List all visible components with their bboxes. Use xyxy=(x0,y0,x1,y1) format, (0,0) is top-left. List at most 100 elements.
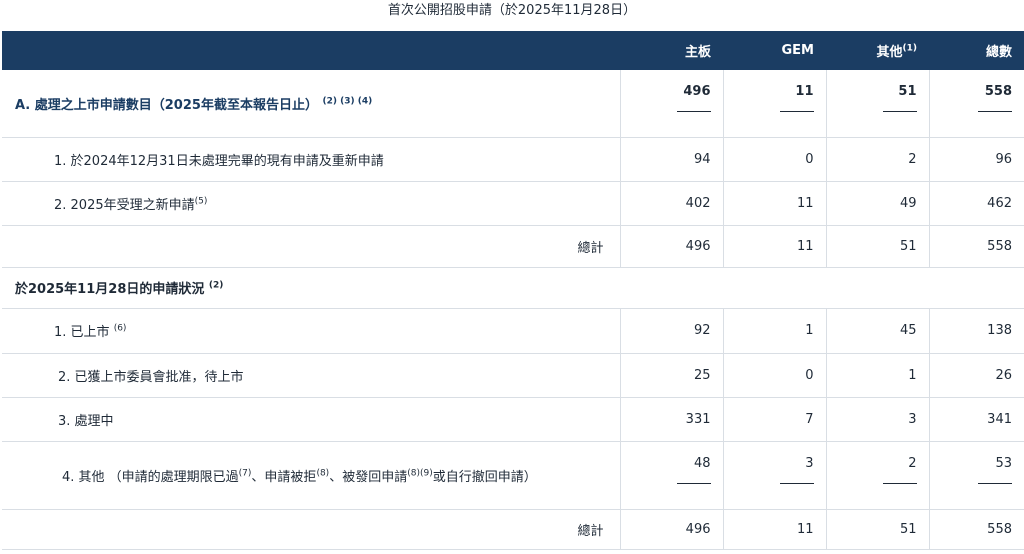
row-a1-label: 1. 於2024年12月31日未處理完畢的現有申請及重新申請 xyxy=(2,137,620,182)
underline xyxy=(779,482,814,484)
header-gem: GEM xyxy=(723,31,826,70)
table-row: 4. 其他 （申請的處理期限已過(7)、申請被拒(8)、被發回申請(8)(9)或… xyxy=(2,441,1024,510)
section-a-total-cell: 558 xyxy=(928,70,1024,138)
table-header-row: 主板 GEM 其他(1) 總數 xyxy=(2,31,1024,70)
row-b4-text-3: 、被發回申請 xyxy=(329,469,408,485)
section-a-main-value: 496 xyxy=(683,84,711,99)
row-b2-total: 26 xyxy=(928,353,1024,398)
total-b-label: 總計 xyxy=(2,509,620,550)
row-note: (6) xyxy=(113,323,127,334)
total-b-main: 496 xyxy=(619,509,723,550)
section-b-row: 於2025年11月28日的申請狀況 (2) xyxy=(2,267,1024,309)
section-a-gem-value: 11 xyxy=(795,84,814,99)
total-b-gem: 11 xyxy=(722,509,826,550)
row-b4-text-1: 4. 其他 （申請的處理期限已過 xyxy=(62,469,239,485)
row-label-text: 1. 於2024年12月31日未處理完畢的現有申請及重新申請 xyxy=(54,153,384,169)
row-a1-main: 94 xyxy=(619,137,723,182)
section-b-label-cell: 於2025年11月28日的申請狀況 (2) xyxy=(2,267,1024,309)
underline xyxy=(978,482,1012,484)
section-a-gem-cell: 11 xyxy=(722,70,826,138)
row-label-text: 2. 已獲上市委員會批准，待上市 xyxy=(58,369,244,385)
row-b4-text-2: 、申請被拒 xyxy=(251,469,317,485)
row-b4-other: 2 xyxy=(825,441,929,510)
row-b3-total: 341 xyxy=(928,397,1024,442)
table-row: 3. 處理中 331 7 3 341 xyxy=(2,397,1024,442)
total-row-a: 總計 496 11 51 558 xyxy=(2,225,1024,268)
header-main-board: 主板 xyxy=(620,31,723,70)
total-a-gem: 11 xyxy=(722,225,826,268)
total-row-b: 總計 496 11 51 558 xyxy=(2,509,1024,550)
header-other-label: 其他 xyxy=(876,45,903,60)
row-b4-label: 4. 其他 （申請的處理期限已過(7)、申請被拒(8)、被發回申請(8)(9)或… xyxy=(2,441,620,510)
row-b2-label: 2. 已獲上市委員會批准，待上市 xyxy=(2,353,620,398)
underline xyxy=(882,111,917,112)
table-row: 1. 於2024年12月31日未處理完畢的現有申請及重新申請 94 0 2 96 xyxy=(2,137,1024,182)
row-b2-main: 25 xyxy=(619,353,723,398)
row-b4-note9: (9) xyxy=(419,468,433,479)
row-label-text: 2. 2025年受理之新申請 xyxy=(54,197,195,213)
section-b-note: (2) xyxy=(208,280,224,291)
row-b4-main: 48 xyxy=(619,441,723,510)
row-label-text: 1. 已上市 xyxy=(54,325,110,340)
section-a-other-value: 51 xyxy=(898,84,917,99)
section-a-other-cell: 51 xyxy=(825,70,929,138)
row-b4-main-value: 48 xyxy=(693,455,711,471)
section-a-label-cell: A. 處理之上市申請數目（2025年截至本報告日止） (2) (3) (4) xyxy=(2,70,620,138)
total-a-main: 496 xyxy=(619,225,723,268)
row-a2-gem: 11 xyxy=(722,181,826,226)
total-a-other: 51 xyxy=(825,225,929,268)
underline xyxy=(882,482,917,484)
row-b4-total-value: 53 xyxy=(995,455,1012,471)
header-blank-cell xyxy=(2,31,620,70)
row-a2-total: 462 xyxy=(928,181,1024,226)
row-b4-note8a: (8) xyxy=(316,468,330,479)
row-a2-main: 402 xyxy=(619,181,723,226)
section-b-label: 於2025年11月28日的申請狀況 xyxy=(15,282,205,297)
row-b3-other: 3 xyxy=(825,397,929,442)
row-b4-total: 53 xyxy=(928,441,1024,510)
row-b2-other: 1 xyxy=(825,353,929,398)
row-b4-gem: 3 xyxy=(722,441,826,510)
row-a2-label: 2. 2025年受理之新申請(5) xyxy=(2,181,620,226)
table-row: 2. 2025年受理之新申請(5) 402 11 49 462 xyxy=(2,181,1024,226)
row-b4-gem-value: 3 xyxy=(805,455,814,471)
row-a1-gem: 0 xyxy=(722,137,826,182)
section-a-notes: (2) (3) (4) xyxy=(322,96,373,107)
row-a1-other: 2 xyxy=(825,137,929,182)
row-b1-gem: 1 xyxy=(722,308,826,354)
row-b1-label: 1. 已上市 (6) xyxy=(2,308,620,354)
row-b3-label: 3. 處理中 xyxy=(2,397,620,442)
row-b2-gem: 0 xyxy=(722,353,826,398)
total-b-total: 558 xyxy=(928,509,1024,550)
section-a-row: A. 處理之上市申請數目（2025年截至本報告日止） (2) (3) (4) 4… xyxy=(2,70,1024,138)
row-note: (5) xyxy=(194,196,208,207)
section-a-label: A. 處理之上市申請數目（2025年截至本報告日止） xyxy=(15,97,318,113)
table-row: 2. 已獲上市委員會批准，待上市 25 0 1 26 xyxy=(2,353,1024,398)
underline xyxy=(779,111,814,112)
row-b4-note8b: (8) xyxy=(407,468,420,479)
header-other: 其他(1) xyxy=(826,31,929,70)
row-label-text: 3. 處理中 xyxy=(58,413,114,429)
row-b4-other-value: 2 xyxy=(908,455,917,471)
row-b3-main: 331 xyxy=(619,397,723,442)
row-a2-other: 49 xyxy=(825,181,929,226)
header-total: 總數 xyxy=(929,31,1024,70)
section-a-total-value: 558 xyxy=(984,84,1012,99)
table-row: 1. 已上市 (6) 92 1 45 138 xyxy=(2,308,1024,354)
header-other-note: (1) xyxy=(902,43,918,54)
underline xyxy=(978,111,1012,112)
row-b4-text-4: 或自行撤回申請） xyxy=(432,469,537,485)
total-a-total: 558 xyxy=(928,225,1024,268)
row-a1-total: 96 xyxy=(928,137,1024,182)
ipo-applications-table: 主板 GEM 其他(1) 總數 A. 處理之上市申請數目（2025年截至本報告日… xyxy=(2,31,1024,550)
page-title: 首次公開招股申請（於2025年11月28日） xyxy=(387,3,637,18)
total-a-label: 總計 xyxy=(2,225,620,268)
row-b3-gem: 7 xyxy=(722,397,826,442)
row-b1-other: 45 xyxy=(825,308,929,354)
row-b1-total: 138 xyxy=(928,308,1024,354)
section-a-main-cell: 496 xyxy=(619,70,723,138)
row-b1-main: 92 xyxy=(619,308,723,354)
total-b-other: 51 xyxy=(825,509,929,550)
underline xyxy=(676,111,711,112)
underline xyxy=(676,482,711,484)
